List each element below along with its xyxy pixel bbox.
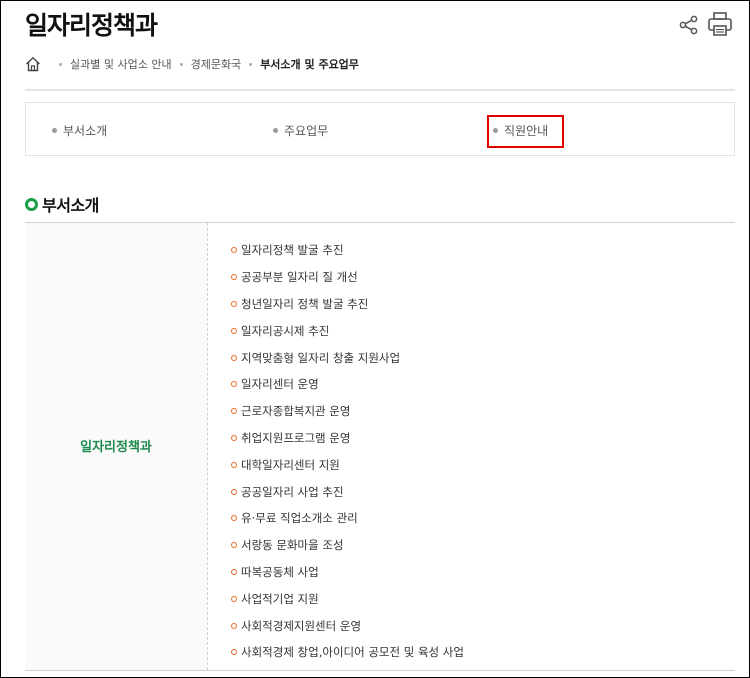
circle-bullet-icon [231,354,237,361]
duty-text: 유·무료 직업소개소 관리 [241,511,358,526]
list-item: 공공일자리 사업 추진 [231,478,464,505]
list-item: 유·무료 직업소개소 관리 [231,505,464,532]
duty-text: 일자리공시제 추진 [241,323,330,338]
list-item: 지역맞춤형 일자리 창출 지원사업 [231,344,464,371]
print-icon[interactable] [707,11,733,37]
tab-label: 부서소개 [63,124,108,138]
circle-bullet-icon [231,408,237,415]
list-item: 일자리센터 운영 [231,371,464,398]
section-heading: 부서소개 [25,192,99,216]
page-title: 일자리정책과 [25,11,158,40]
list-item: 일자리공시제 추진 [231,317,464,344]
duty-text: 근로자종합복지관 운영 [241,404,351,419]
duty-text: 사업적기업 지원 [241,591,319,606]
list-item: 청년일자리 정책 발굴 추진 [231,291,464,318]
circle-bullet-icon [231,515,237,522]
breadcrumb-separator [59,62,62,66]
duty-text: 청년일자리 정책 발굴 추진 [241,296,369,311]
highlight-box [487,115,564,148]
duty-text: 취업지원프로그램 운영 [241,430,351,445]
duty-text: 사회적경제지원센터 운영 [241,618,362,633]
department-name: 일자리정책과 [80,440,152,455]
home-icon[interactable] [25,56,41,72]
breadcrumb-item-division-guide[interactable]: 실과별 및 사업소 안내 [70,56,172,72]
circle-bullet-icon [231,274,237,281]
duty-text: 일자리센터 운영 [241,377,319,392]
circle-bullet-icon [231,568,237,575]
tab-label: 주요업무 [284,124,329,138]
duty-text: 지역맞춤형 일자리 창출 지원사업 [241,350,401,365]
circle-bullet-icon [231,649,237,656]
list-item: 따복공동체 사업 [231,559,464,586]
circle-bullet-icon [231,622,237,629]
breadcrumb-item-economy-culture[interactable]: 경제문화국 [191,56,242,72]
circle-bullet-icon [231,247,237,254]
tab-bar: 부서소개 주요업무 직원안내 [25,102,735,156]
duty-list: 일자리정책 발굴 추진 공공부분 일자리 질 개선 청년일자리 정책 발굴 추진… [231,237,464,666]
share-icon[interactable] [678,14,700,36]
duty-text: 대학일자리센터 지원 [241,457,340,472]
list-item: 서랑동 문화마을 조성 [231,532,464,559]
circle-bullet-icon [231,434,237,441]
header-divider [25,89,735,91]
table-divider [207,223,208,670]
circle-bullet-icon [231,542,237,549]
tab-main-duties[interactable]: 주요업무 [273,122,328,139]
duty-text: 공공일자리 사업 추진 [241,484,344,499]
tab-bullet [273,128,278,133]
list-item: 사업적기업 지원 [231,585,464,612]
duty-text: 공공부분 일자리 질 개선 [241,270,358,285]
circle-bullet-icon [231,381,237,388]
breadcrumb-separator [179,62,183,66]
circle-bullet-icon [231,300,237,307]
list-item: 근로자종합복지관 운영 [231,398,464,425]
duty-text: 따복공동체 사업 [241,564,319,579]
table-bottom-border [25,670,735,671]
list-item: 사회적경제 창업,아이디어 공모전 및 육성 사업 [231,639,464,666]
tab-department-intro[interactable]: 부서소개 [52,122,107,139]
list-item: 대학일자리센터 지원 [231,451,464,478]
list-item: 공공부분 일자리 질 개선 [231,264,464,291]
duty-text: 사회적경제 창업,아이디어 공모전 및 육성 사업 [241,645,464,660]
circle-bullet-icon [231,461,237,468]
tab-bullet [52,128,57,133]
section-title: 부서소개 [42,196,99,215]
ring-icon [25,197,38,211]
circle-bullet-icon [231,327,237,334]
breadcrumb: 실과별 및 사업소 안내 경제문화국 부서소개 및 주요업무 [25,54,359,74]
list-item: 일자리정책 발굴 추진 [231,237,464,264]
list-item: 취업지원프로그램 운영 [231,425,464,452]
duty-text: 일자리정책 발굴 추진 [241,243,344,258]
circle-bullet-icon [231,488,237,495]
breadcrumb-item-current: 부서소개 및 주요업무 [260,58,359,71]
breadcrumb-separator [249,62,253,66]
circle-bullet-icon [231,595,237,602]
duty-text: 서랑동 문화마을 조성 [241,538,344,553]
list-item: 사회적경제지원센터 운영 [231,612,464,639]
